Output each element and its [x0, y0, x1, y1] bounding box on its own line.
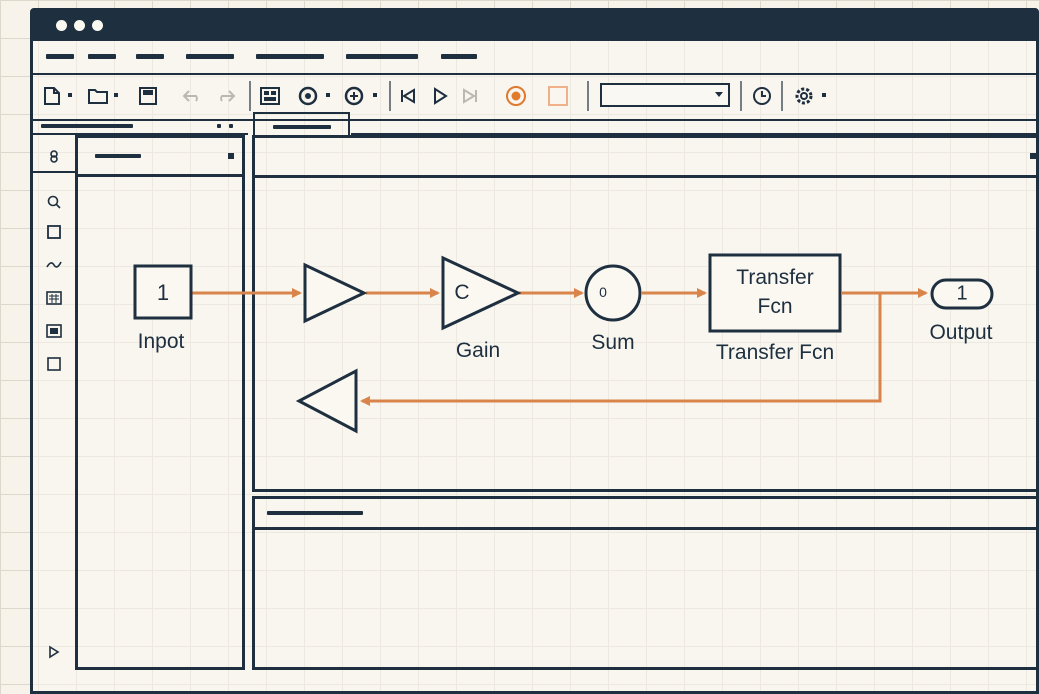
inport-number: 1: [156, 280, 170, 305]
inport-label: Inpot: [137, 330, 185, 353]
sum-label: Sum: [591, 331, 635, 354]
transfer-fcn-text-line2: Fcn: [757, 295, 793, 318]
outport-number: 1: [956, 282, 968, 305]
gain-value: C: [454, 281, 470, 304]
transfer-fcn-text-line1: Transfer: [736, 266, 814, 289]
sum-glyph: 0: [599, 284, 607, 300]
outport-label: Output: [929, 321, 993, 344]
gain-label: Gain: [455, 339, 501, 362]
feedback-gain-block[interactable]: [295, 368, 358, 434]
sum-block[interactable]: [584, 264, 642, 322]
gain-block-unlabeled[interactable]: [303, 262, 368, 324]
transfer-fcn-label: Transfer Fcn: [715, 341, 835, 364]
